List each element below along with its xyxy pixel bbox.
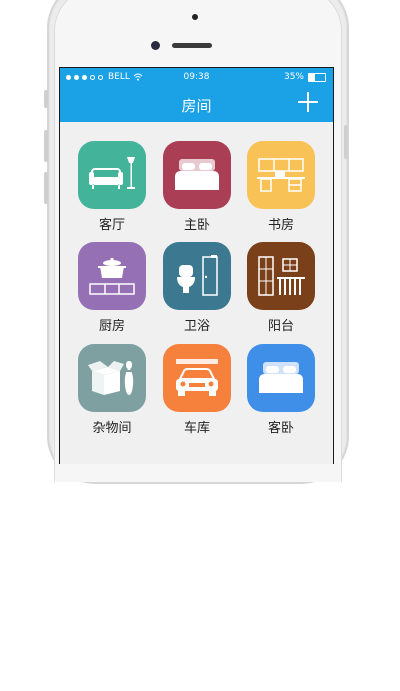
sofa-lamp-icon [78, 141, 146, 209]
room-tile-storage[interactable]: 杂物间 [77, 344, 147, 436]
room-tile-balcony[interactable]: 阳台 [246, 242, 316, 334]
room-tile-guest-bedroom[interactable]: 客卧 [246, 344, 316, 436]
app-screen: BELL 09:38 35% 房间 客厅 主卧 书房 厨房 卫浴 阳台 杂物间 … [59, 67, 334, 464]
rice-cooker-icon [78, 242, 146, 310]
volume-up-button [44, 90, 48, 108]
battery-percent: 35% [283, 72, 304, 82]
sensor-dot [192, 14, 198, 20]
box-bowling-pin-icon [78, 344, 146, 412]
room-label: 主卧 [183, 218, 210, 233]
desk-shelf-icon [247, 141, 315, 209]
room-label: 卫浴 [183, 319, 210, 334]
car-garage-icon [163, 344, 231, 412]
front-camera [151, 41, 160, 50]
room-tile-master-bedroom[interactable]: 主卧 [162, 141, 232, 233]
room-label: 客厅 [98, 218, 125, 233]
double-bed-icon [163, 141, 231, 209]
room-label: 阳台 [267, 319, 294, 334]
status-bar: BELL 09:38 35% [60, 68, 333, 86]
battery-icon [308, 72, 326, 82]
battery-status: 35% [284, 72, 326, 82]
room-tile-living[interactable]: 客厅 [77, 141, 147, 233]
page-title: 房间 [181, 97, 212, 115]
room-label: 书房 [267, 218, 294, 233]
toilet-door-icon [163, 242, 231, 310]
power-button [344, 125, 348, 159]
room-label: 厨房 [98, 319, 125, 334]
guest-bed-icon [247, 344, 315, 412]
room-label: 客卧 [267, 421, 294, 436]
volume-down-button [44, 130, 48, 162]
balcony-door-icon [247, 242, 315, 310]
plus-icon[interactable] [297, 91, 319, 113]
room-label: 车库 [183, 421, 210, 436]
volume-button [44, 172, 48, 204]
room-tile-kitchen[interactable]: 厨房 [77, 242, 147, 334]
room-tile-bathroom[interactable]: 卫浴 [162, 242, 232, 334]
room-tile-study[interactable]: 书房 [246, 141, 316, 233]
room-label: 杂物间 [92, 421, 132, 436]
earpiece-speaker [172, 43, 212, 48]
room-tile-garage[interactable]: 车库 [162, 344, 232, 436]
nav-bar: 房间 [60, 86, 333, 122]
